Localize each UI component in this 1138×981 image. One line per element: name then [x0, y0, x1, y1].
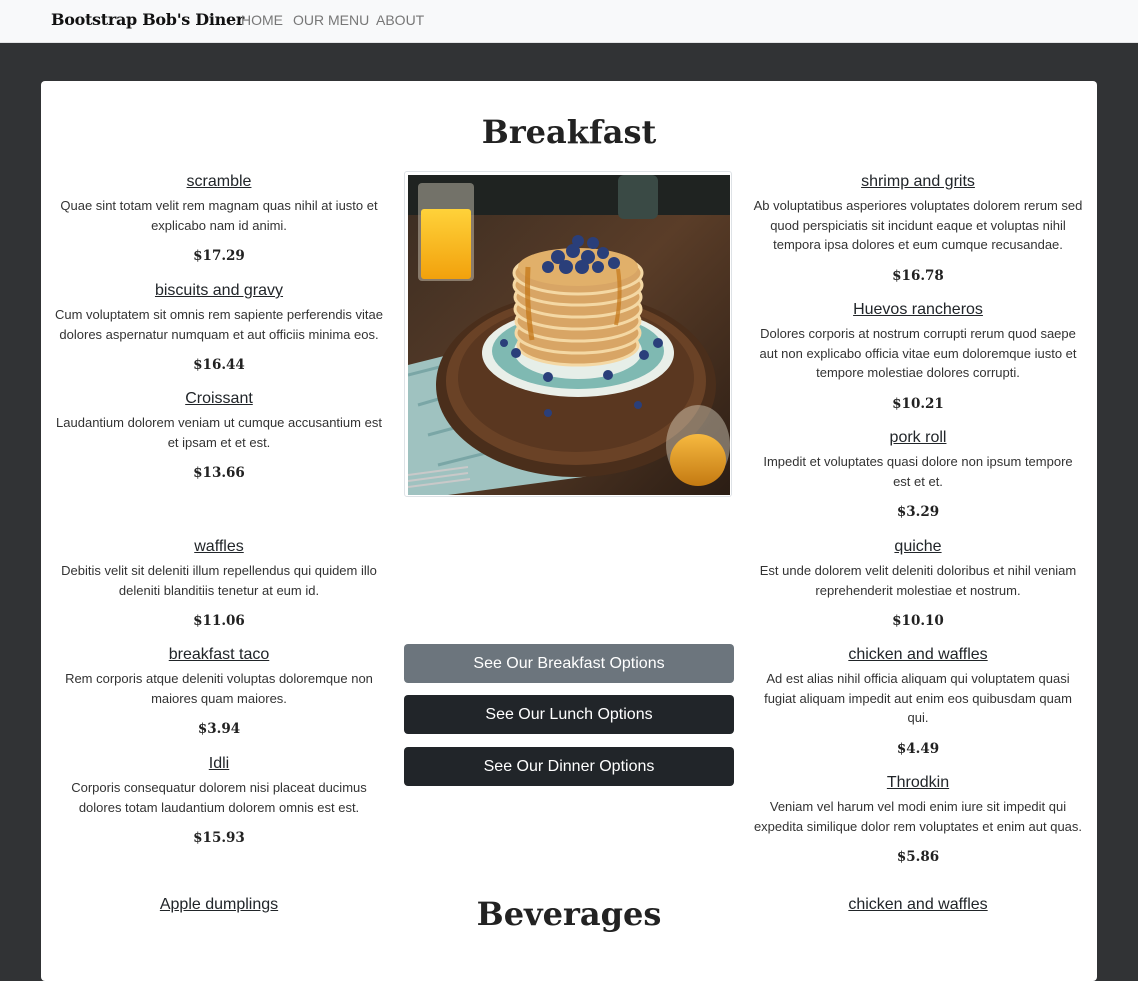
menu-item: chicken and waffles: [753, 895, 1083, 915]
menu-item: waffles Debitis velit sit deleniti illum…: [54, 537, 384, 630]
section-title-breakfast: Breakfast: [481, 113, 657, 151]
menu-item-name[interactable]: Throdkin: [753, 773, 1083, 793]
menu-item-name[interactable]: chicken and waffles: [753, 645, 1083, 665]
menu-item: Croissant Laudantium dolorem veniam ut c…: [54, 389, 384, 482]
menu-item-price: $16.78: [892, 267, 944, 284]
menu-item-price: $3.94: [197, 721, 241, 737]
menu-item-description: Corporis consequatur dolorem nisi placea…: [71, 780, 367, 815]
menu-item-name[interactable]: chicken and waffles: [753, 895, 1083, 915]
menu-item-price: $17.29: [193, 248, 245, 264]
menu-item-name[interactable]: scramble: [54, 172, 384, 192]
menu-item-description: Rem corporis atque deleniti voluptas dol…: [65, 671, 373, 706]
menu-item: shrimp and grits Ab voluptatibus asperio…: [753, 172, 1083, 285]
menu-item-name[interactable]: Huevos rancheros: [753, 300, 1083, 320]
menu-item-description: Debitis velit sit deleniti illum repelle…: [61, 563, 377, 598]
menu-card: Breakfast scramble Quae sint totam velit…: [41, 81, 1097, 981]
menu-item: chicken and waffles Ad est alias nihil o…: [753, 645, 1083, 758]
menu-item-description: Veniam vel harum vel modi enim iure sit …: [753, 799, 1083, 834]
menu-item-name[interactable]: Croissant: [54, 389, 384, 409]
menu-item: breakfast taco Rem corporis atque deleni…: [54, 645, 384, 738]
menu-item-description: Laudantium dolorem veniam ut cumque accu…: [56, 415, 382, 450]
navbar-brand[interactable]: Bootstrap Bob's Diner: [51, 10, 244, 29]
navbar: Bootstrap Bob's Diner HOME OUR MENU ABOU…: [0, 0, 1138, 43]
breakfast-options-button[interactable]: See Our Breakfast Options: [404, 644, 734, 683]
menu-item-price: $11.06: [193, 613, 245, 629]
menu-item-name[interactable]: shrimp and grits: [753, 172, 1083, 192]
menu-item-description: Ad est alias nihil officia aliquam qui v…: [764, 671, 1072, 725]
menu-item-name[interactable]: Idli: [54, 754, 384, 774]
menu-item: Idli Corporis consequatur dolorem nisi p…: [54, 754, 384, 847]
menu-item-description: Cum voluptatem sit omnis rem sapiente pe…: [54, 307, 384, 342]
nav-link-home[interactable]: HOME: [241, 12, 283, 28]
menu-item-name[interactable]: quiche: [753, 537, 1083, 557]
lunch-options-button[interactable]: See Our Lunch Options: [404, 695, 734, 734]
menu-item-name[interactable]: biscuits and gravy: [54, 281, 384, 301]
menu-item-price: $10.10: [892, 613, 944, 629]
menu-item: Apple dumplings: [54, 895, 384, 915]
menu-item-price: $5.86: [896, 849, 940, 865]
dinner-options-button[interactable]: See Our Dinner Options: [404, 747, 734, 786]
nav-link-about[interactable]: ABOUT: [376, 12, 424, 28]
menu-item-description: Est unde dolorem velit deleniti doloribu…: [759, 563, 1077, 598]
menu-item-name[interactable]: Apple dumplings: [54, 895, 384, 915]
menu-item: Huevos rancheros Dolores corporis at nos…: [753, 300, 1083, 413]
menu-item-price: $16.44: [193, 357, 245, 373]
menu-item: biscuits and gravy Cum voluptatem sit om…: [54, 281, 384, 374]
pancake-stack-photo: [408, 175, 730, 495]
menu-item-price: $13.66: [193, 465, 245, 481]
menu-item-description: Impedit et voluptates quasi dolore non i…: [763, 454, 1073, 489]
menu-item: pork roll Impedit et voluptates quasi do…: [753, 428, 1083, 521]
menu-item-price: $15.93: [193, 830, 245, 846]
menu-item: scramble Quae sint totam velit rem magna…: [54, 172, 384, 265]
menu-item-price: $3.29: [896, 504, 940, 520]
menu-item-name[interactable]: waffles: [54, 537, 384, 557]
menu-item-price: $4.49: [896, 740, 940, 757]
menu-item-description: Quae sint totam velit rem magnam quas ni…: [60, 198, 378, 233]
breakfast-photo-frame: [404, 171, 732, 497]
menu-item: Throdkin Veniam vel harum vel modi enim …: [753, 773, 1083, 866]
menu-item-name[interactable]: pork roll: [753, 428, 1083, 448]
menu-item-price: $10.21: [892, 395, 944, 412]
menu-item: quiche Est unde dolorem velit deleniti d…: [753, 537, 1083, 630]
menu-item-name[interactable]: breakfast taco: [54, 645, 384, 665]
menu-item-description: Dolores corporis at nostrum corrupti rer…: [759, 326, 1077, 380]
menu-item-description: Ab voluptatibus asperiores voluptates do…: [753, 198, 1083, 252]
nav-link-our-menu[interactable]: OUR MENU: [293, 12, 369, 28]
